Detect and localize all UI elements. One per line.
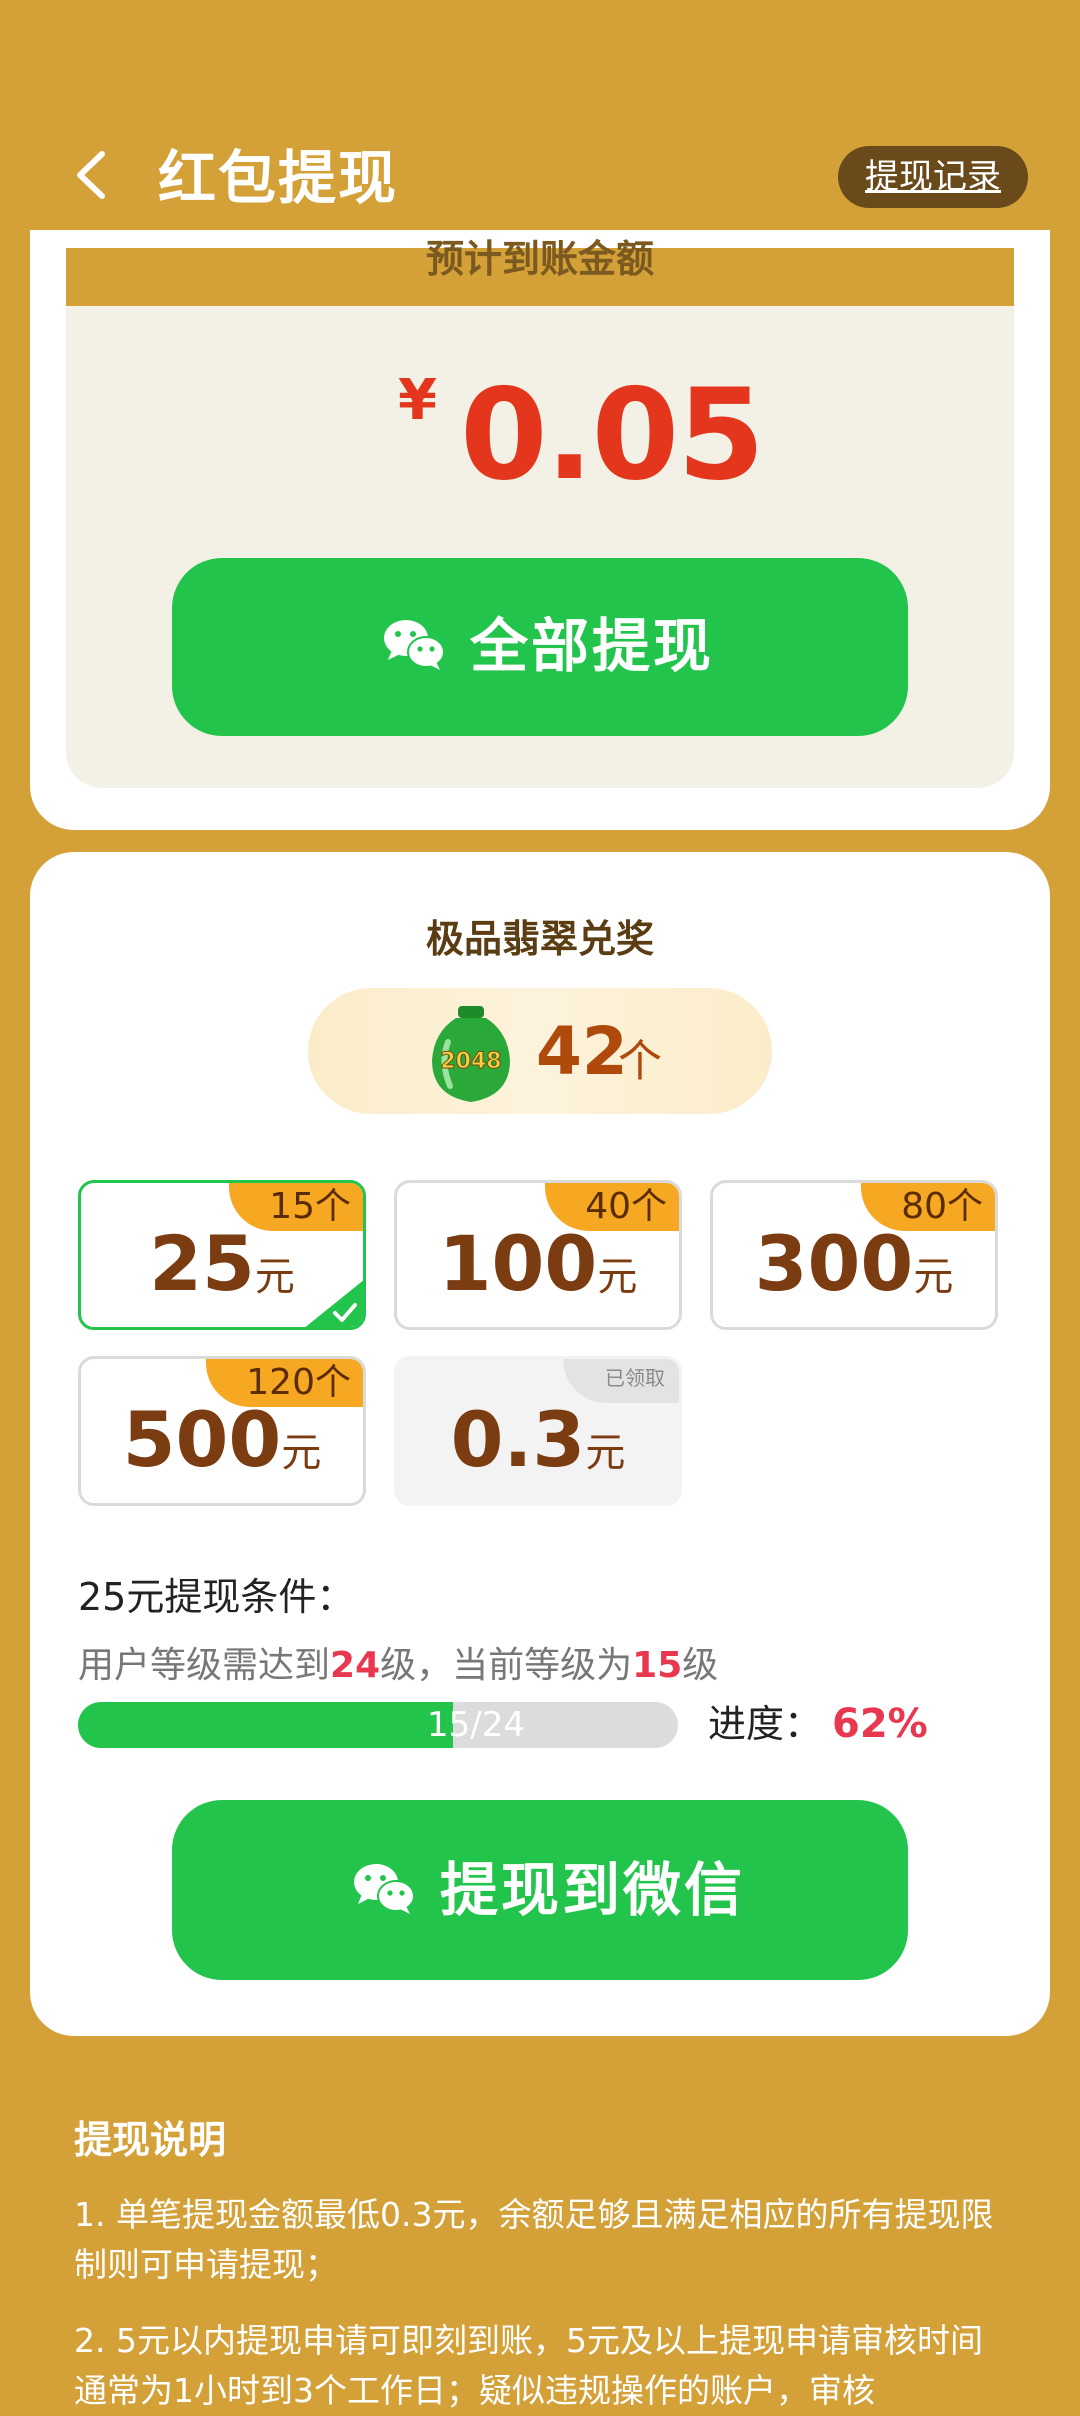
page-title: 红包提现 [158,144,399,212]
back-arrow-icon[interactable] [68,148,122,202]
required-level: 24 [330,1645,381,1686]
withdraw-all-label: 全部提现 [470,612,715,680]
level-progress-bar: 15/24 [78,1702,678,1748]
option-unit: 元 [913,1254,954,1300]
progress-percent: 62% [832,1701,928,1747]
emerald-count-unit: 个 [618,1036,662,1087]
checkmark-icon [305,1280,363,1327]
currency-symbol: ¥ [398,368,437,433]
option-25-yuan[interactable]: 15个 25元 [78,1180,366,1330]
estimated-amount-label: 预计到账金额 [425,237,654,281]
condition-prefix: 用户等级需达到 [78,1645,331,1686]
option-unit: 元 [597,1254,638,1300]
notes-title: 提现说明 [74,2118,227,2162]
option-value: 100元 [397,1219,679,1308]
condition-suffix: 级 [682,1645,719,1686]
option-amount: 100 [438,1219,598,1308]
option-unit: 元 [585,1430,626,1476]
withdraw-to-wechat-button[interactable]: 提现到微信 [172,1800,908,1980]
option-0.3-yuan[interactable]: 已领取 0.3元 [394,1356,682,1506]
option-100-yuan[interactable]: 40个 100元 [394,1180,682,1330]
withdraw-record-button[interactable]: 提现记录 [838,146,1028,208]
condition-text: 用户等级需达到24级，当前等级为15级 [78,1640,718,1692]
option-500-yuan[interactable]: 120个 500元 [78,1356,366,1506]
current-level: 15 [632,1645,683,1686]
option-amount: 500 [122,1395,282,1484]
emerald-count: 42 [536,1013,628,1090]
option-value: 300元 [713,1219,995,1308]
progress-text: 15/24 [427,1705,525,1745]
progress-label: 进度： [708,1702,823,1746]
option-amount: 300 [754,1219,914,1308]
jar-label: 2048 [440,1049,501,1074]
wechat-icon [354,1864,415,1914]
option-300-yuan[interactable]: 80个 300元 [710,1180,998,1330]
option-unit: 元 [281,1430,322,1476]
emerald-exchange-title: 极品翡翠兑奖 [425,917,654,961]
option-value: 0.3元 [397,1395,679,1484]
option-value: 500元 [81,1395,363,1484]
balance-amount: 0.05 [460,361,765,508]
option-amount: 25 [149,1219,255,1308]
emerald-jar-icon: 2048 [432,1006,510,1102]
withdraw-all-button[interactable]: 全部提现 [172,558,908,736]
withdraw-to-wechat-label: 提现到微信 [440,1856,746,1924]
note-item: 2. 5元以内提现申请可即刻到账，5元及以上提现申请审核时间通常为1小时到3个工… [74,2321,983,2410]
note-item: 1. 单笔提现金额最低0.3元，余额足够且满足相应的所有提现限制则可申请提现； [74,2195,994,2284]
wechat-icon [384,620,445,670]
option-amount: 0.3 [450,1395,586,1484]
option-unit: 元 [254,1254,295,1300]
condition-title: 25元提现条件： [78,1575,355,1619]
condition-middle: 级，当前等级为 [380,1645,633,1686]
